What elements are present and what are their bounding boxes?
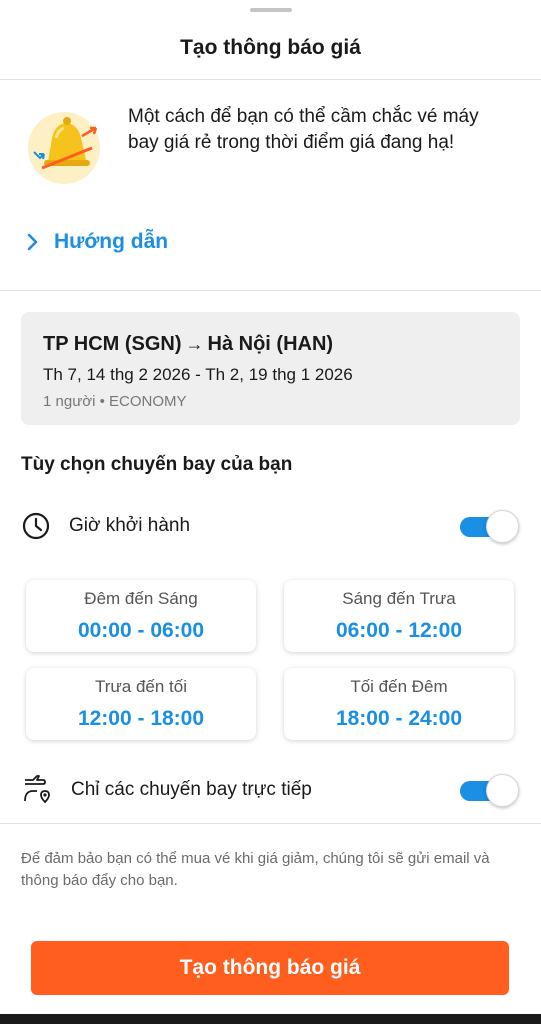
time-slot-range: 12:00 - 18:00 bbox=[77, 707, 205, 730]
departure-time-toggle[interactable] bbox=[460, 510, 520, 543]
guide-label: Hướng dẫn bbox=[54, 230, 169, 253]
sheet-drag-handle[interactable] bbox=[250, 8, 292, 12]
departure-time-row: Giờ khởi hành bbox=[21, 506, 520, 546]
route-card: TP HCM (SGN) → Hà Nội (HAN) Th 7, 14 thg… bbox=[21, 312, 520, 425]
clock-icon bbox=[22, 512, 50, 540]
time-slot-label: Tối đến Đêm bbox=[350, 677, 448, 696]
route-arrow-icon: → bbox=[185, 334, 204, 354]
options-divider bbox=[0, 823, 541, 824]
chevron-right-icon bbox=[27, 233, 38, 251]
intro-divider bbox=[0, 290, 541, 291]
time-slot-label: Trưa đến tối bbox=[94, 677, 187, 696]
notification-note: Để đảm bảo bạn có thể mua vé khi giá giả… bbox=[21, 850, 490, 889]
departure-time-label: Giờ khởi hành bbox=[69, 515, 191, 536]
time-slot-noon-evening[interactable]: Trưa đến tối 12:00 - 18:00 bbox=[26, 668, 256, 740]
time-slot-label: Đêm đến Sáng bbox=[84, 589, 198, 608]
time-slot-range: 18:00 - 24:00 bbox=[335, 707, 463, 730]
time-slot-evening-night[interactable]: Tối đến Đêm 18:00 - 24:00 bbox=[284, 668, 514, 740]
route-destination: Hà Nội (HAN) bbox=[207, 333, 334, 355]
route-dates: Th 7, 14 thg 2 2026 - Th 2, 19 thg 1 202… bbox=[43, 365, 353, 384]
toggle-knob bbox=[486, 510, 519, 543]
toggle-knob bbox=[486, 774, 519, 807]
system-navigation-bar bbox=[0, 1014, 541, 1024]
route-passengers: 1 người • ECONOMY bbox=[43, 393, 187, 410]
header-divider bbox=[0, 79, 541, 80]
route-title: TP HCM (SGN) → Hà Nội (HAN) bbox=[43, 333, 498, 356]
direct-only-label: Chỉ các chuyến bay trực tiếp bbox=[71, 779, 312, 800]
sheet-title: Tạo thông báo giá bbox=[180, 36, 361, 59]
create-price-alert-button[interactable]: Tạo thông báo giá bbox=[31, 941, 509, 995]
time-slot-range: 06:00 - 12:00 bbox=[335, 619, 463, 642]
intro-text: Một cách để bạn có thể cầm chắc vé máy b… bbox=[128, 106, 479, 153]
direct-only-toggle[interactable] bbox=[460, 774, 520, 807]
plane-route-icon bbox=[24, 775, 50, 804]
route-origin: TP HCM (SGN) bbox=[43, 333, 182, 355]
time-slot-label: Sáng đến Trưa bbox=[342, 589, 456, 608]
time-slot-night-morning[interactable]: Đêm đến Sáng 00:00 - 06:00 bbox=[26, 580, 256, 652]
options-section-title: Tùy chọn chuyến bay của bạn bbox=[21, 454, 293, 475]
time-slot-range: 00:00 - 06:00 bbox=[77, 619, 205, 642]
guide-link[interactable]: Hướng dẫn bbox=[26, 230, 168, 254]
bell-price-drop-illustration bbox=[28, 112, 100, 184]
time-slot-morning-noon[interactable]: Sáng đến Trưa 06:00 - 12:00 bbox=[284, 580, 514, 652]
direct-only-row: Chỉ các chuyến bay trực tiếp bbox=[21, 770, 520, 810]
